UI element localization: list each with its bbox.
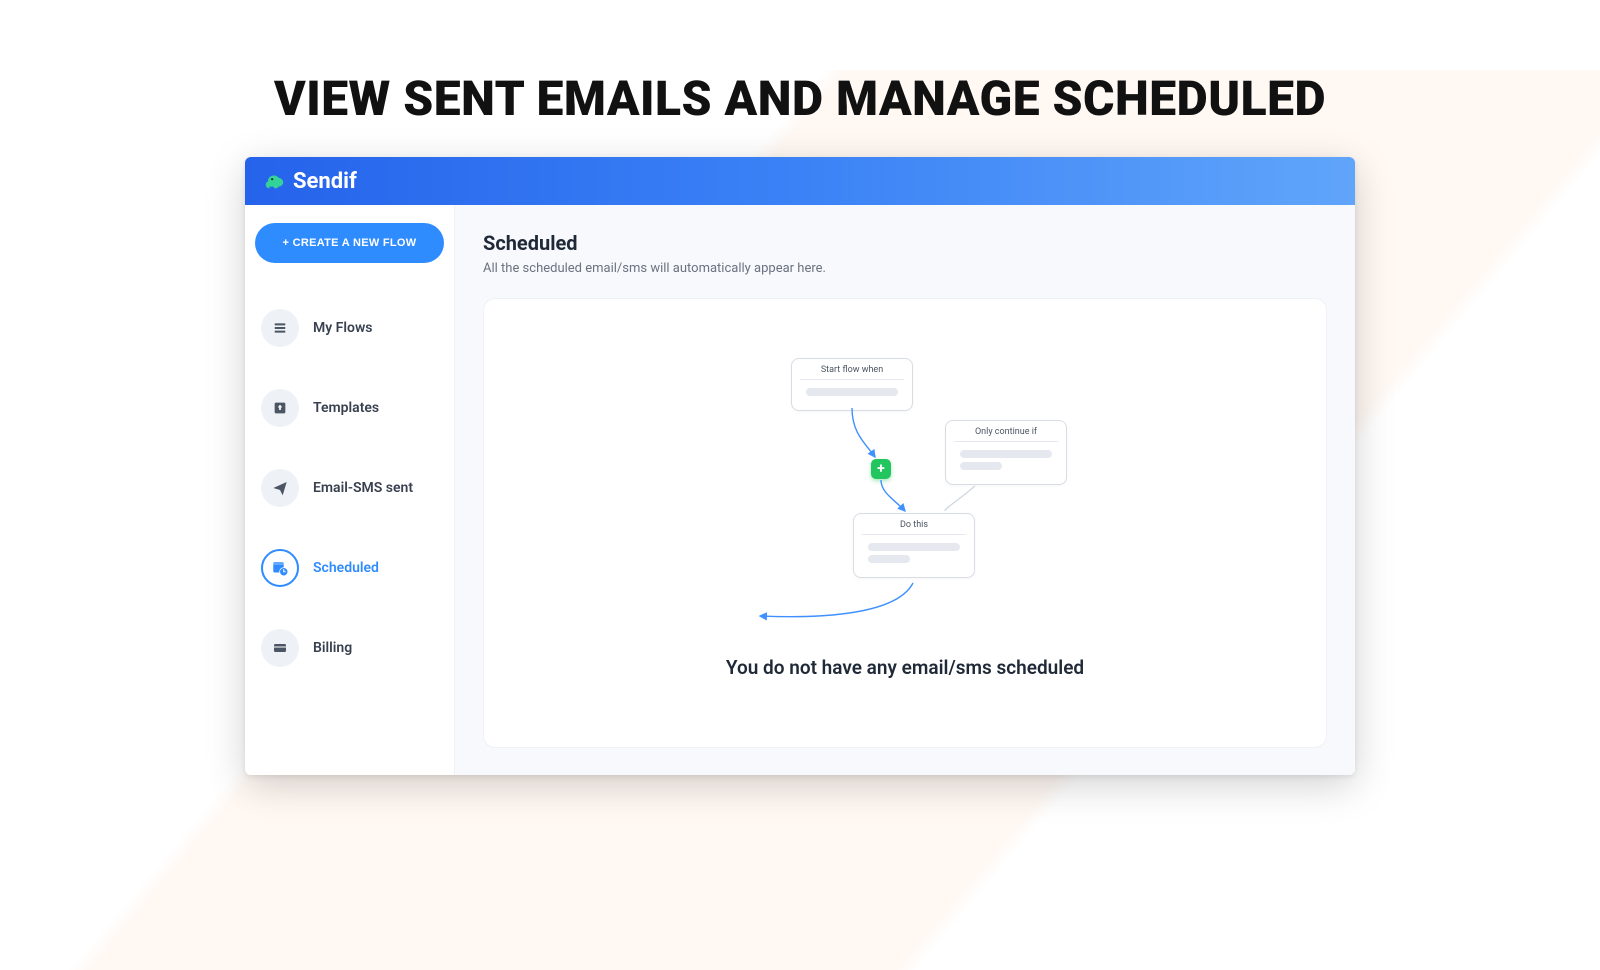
sidebar-item-label: My Flows <box>313 320 372 336</box>
credit-card-icon <box>261 629 299 667</box>
flow-card-action: Do this <box>853 513 975 578</box>
placeholder-line <box>960 450 1052 458</box>
sidebar-item-templates[interactable]: Templates <box>255 381 444 435</box>
paper-plane-icon <box>261 469 299 507</box>
stack-icon <box>261 309 299 347</box>
empty-state-message: You do not have any email/sms scheduled <box>726 656 1084 679</box>
sidebar-item-email-sms-sent[interactable]: Email-SMS sent <box>255 461 444 515</box>
placeholder-line <box>806 388 898 396</box>
placeholder-line <box>868 543 960 551</box>
add-step-node: + <box>871 459 891 479</box>
flow-card-title: Start flow when <box>800 365 904 380</box>
placeholder-line <box>868 555 910 563</box>
sidebar: + CREATE A NEW FLOW My Flows Templates E… <box>245 205 455 775</box>
app-window: Sendif + CREATE A NEW FLOW My Flows Temp… <box>245 157 1355 775</box>
placeholder-line <box>960 462 1002 470</box>
sidebar-item-label: Email-SMS sent <box>313 480 413 496</box>
calendar-clock-icon <box>261 549 299 587</box>
main-content: Scheduled All the scheduled email/sms wi… <box>455 205 1355 775</box>
brand-name: Sendif <box>293 169 357 194</box>
sidebar-item-billing[interactable]: Billing <box>255 621 444 675</box>
flow-card-title: Do this <box>862 520 966 535</box>
app-body: + CREATE A NEW FLOW My Flows Templates E… <box>245 205 1355 775</box>
sidebar-item-label: Scheduled <box>313 560 379 576</box>
sidebar-item-label: Billing <box>313 640 352 656</box>
sidebar-item-scheduled[interactable]: Scheduled <box>255 541 444 595</box>
page-title: Scheduled <box>483 231 1327 255</box>
flow-card-condition: Only continue if <box>945 420 1067 485</box>
flow-card-title: Only continue if <box>954 427 1058 442</box>
plus-icon: + <box>877 461 885 477</box>
create-flow-button[interactable]: + CREATE A NEW FLOW <box>255 223 444 263</box>
sidebar-item-my-flows[interactable]: My Flows <box>255 301 444 355</box>
sidebar-item-label: Templates <box>313 400 379 416</box>
empty-state-card: Start flow when Only continue if Do this <box>483 298 1327 748</box>
upload-icon <box>261 389 299 427</box>
marketing-headline: VIEW SENT EMAILS AND MANAGE SCHEDULED <box>0 70 1600 127</box>
nav-spacer <box>255 271 444 293</box>
app-header: Sendif <box>245 157 1355 205</box>
brand-logo-icon <box>263 170 285 192</box>
flow-illustration: Start flow when Only continue if Do this <box>745 358 1065 638</box>
page-subtitle: All the scheduled email/sms will automat… <box>483 261 1327 276</box>
flow-card-start: Start flow when <box>791 358 913 411</box>
